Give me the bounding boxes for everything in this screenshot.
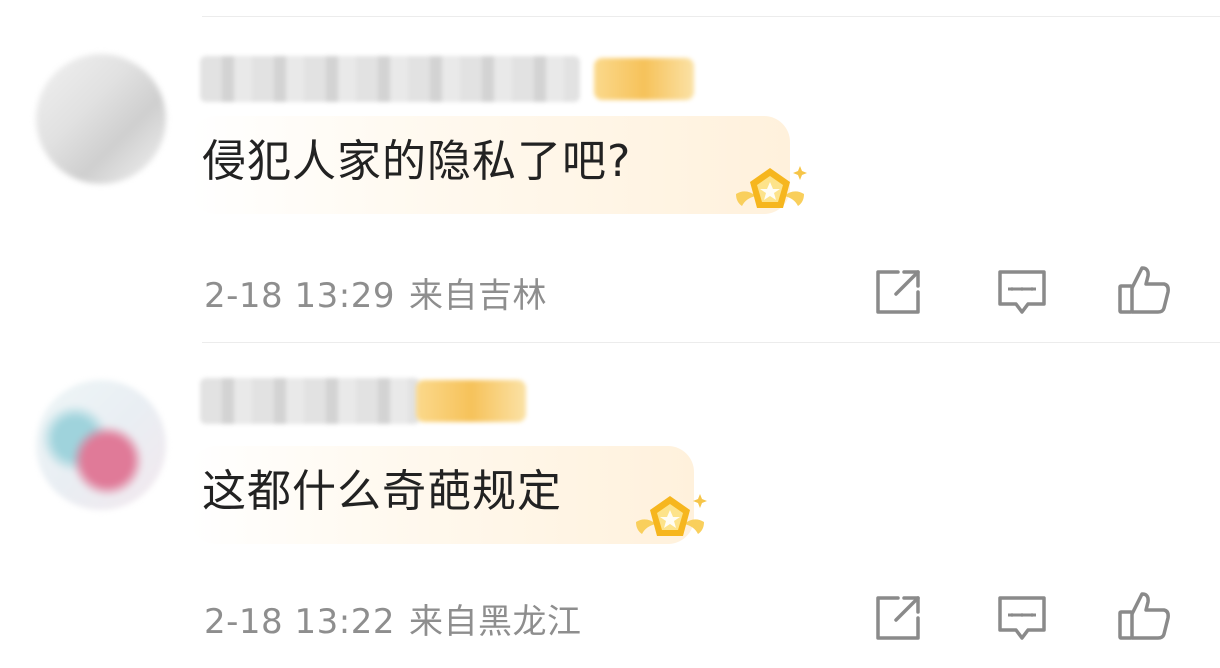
- share-button[interactable]: [870, 590, 926, 646]
- fan-badge: [594, 58, 694, 100]
- reply-icon: [998, 596, 1046, 640]
- top-divider: [202, 16, 1220, 17]
- comment-meta: 2-18 13:22 来自黑龙江: [204, 594, 581, 643]
- like-icon: [1118, 592, 1170, 640]
- avatar[interactable]: [36, 54, 166, 184]
- location: 来自吉林: [408, 276, 547, 316]
- like-icon: [1118, 266, 1170, 314]
- fan-badge: [416, 380, 526, 422]
- star-medal-icon: [636, 494, 707, 536]
- comment-meta: 2-18 13:29 来自吉林: [204, 268, 547, 317]
- star-medal-icon: [736, 166, 807, 208]
- share-icon: [876, 270, 920, 314]
- reply-icon: [998, 270, 1046, 314]
- comment-text: 这都什么奇葩规定: [202, 466, 562, 517]
- timestamp: 2-18 13:22: [204, 602, 395, 642]
- reply-button[interactable]: [994, 264, 1050, 320]
- like-button[interactable]: [1116, 588, 1172, 644]
- comment-divider: [202, 342, 1220, 343]
- timestamp: 2-18 13:29: [204, 276, 395, 316]
- comment-text: 侵犯人家的隐私了吧?: [202, 136, 632, 187]
- avatar[interactable]: [36, 380, 166, 510]
- share-icon: [876, 596, 920, 640]
- share-button[interactable]: [870, 264, 926, 320]
- like-button[interactable]: [1116, 262, 1172, 318]
- reply-button[interactable]: [994, 590, 1050, 646]
- location: 来自黑龙江: [408, 602, 582, 642]
- username-redacted[interactable]: [200, 378, 420, 424]
- username-redacted[interactable]: [200, 56, 580, 102]
